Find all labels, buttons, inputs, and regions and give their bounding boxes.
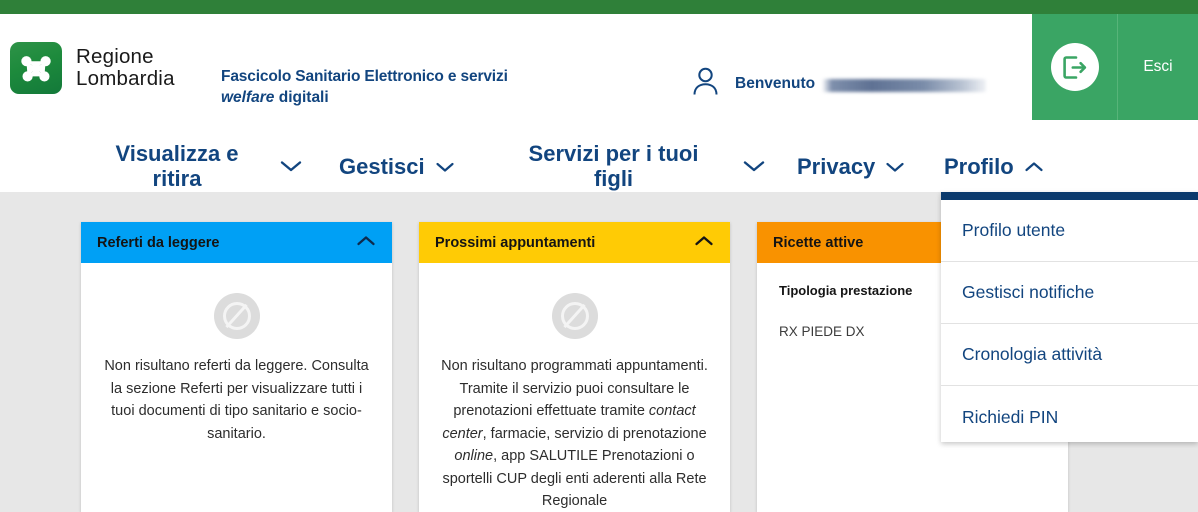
chevron-down-icon[interactable] (885, 153, 905, 179)
dropdown-item-profilo-utente[interactable]: Profilo utente (941, 200, 1198, 262)
welcome-text: Benvenuto (735, 74, 987, 93)
dropdown-item-gestisci-notifiche-label: Gestisci notifiche (962, 282, 1095, 302)
dropdown-item-gestisci-notifiche[interactable]: Gestisci notifiche (941, 262, 1198, 324)
main-navigation: Visualizza e ritira Gestisci Servizi per… (0, 120, 1198, 192)
card-title-referti: Referti da leggere (97, 234, 220, 251)
nav-item-privacy[interactable]: Privacy (797, 153, 905, 179)
service-subtitle-line1: Fascicolo Sanitario Elettronico e serviz… (221, 68, 508, 85)
dropdown-item-richiedi-pin-label: Richiedi PIN (962, 406, 1059, 427)
appt-text-part2: , farmacie, servizio di prenotazione (482, 425, 707, 442)
site-header: Regione Lombardia Fascicolo Sanitario El… (0, 14, 1198, 120)
card-empty-text-appuntamenti: Non risultano programmati appuntamenti. … (437, 355, 712, 512)
dropdown-item-profilo-utente-label: Profilo utente (962, 220, 1066, 240)
card-prossimi-appuntamenti: Prossimi appuntamenti Non risultano prog… (419, 222, 730, 512)
brand-name-line2: Lombardia (76, 67, 175, 90)
brand-logo-block[interactable]: Regione Lombardia (10, 42, 175, 94)
appt-text-online: online (454, 448, 494, 464)
no-data-slashed-circle-icon (213, 293, 260, 339)
dropdown-item-cronologia-attivita-label: Cronologia attività (962, 344, 1103, 364)
nav-item-profilo[interactable]: Profilo (944, 153, 1044, 179)
profilo-dropdown-menu: Profilo utente Gestisci notifiche Cronol… (941, 192, 1198, 442)
chevron-down-icon[interactable] (279, 153, 303, 179)
service-subtitle: Fascicolo Sanitario Elettronico e serviz… (221, 66, 508, 108)
nav-item-servizi-figli[interactable]: Servizi per i tuoi figli (511, 141, 766, 191)
card-header-appuntamenti[interactable]: Prossimi appuntamenti (419, 222, 730, 263)
chevron-up-icon[interactable] (1024, 153, 1044, 179)
nav-item-servizi-figli-label: Servizi per i tuoi figli (528, 141, 699, 191)
nav-item-gestisci[interactable]: Gestisci (339, 153, 455, 179)
brand-name-line1: Regione (76, 45, 154, 68)
nav-item-visualizza-e-ritira[interactable]: Visualizza e ritira (103, 141, 303, 191)
regione-lombardia-rose-camuna-icon (10, 42, 62, 94)
user-name-redacted (822, 78, 987, 92)
no-data-slashed-circle-icon (551, 293, 598, 339)
service-subtitle-line2: welfare digitali (221, 87, 508, 108)
card-title-ricette: Ricette attive (773, 234, 864, 251)
welcome-block: Benvenuto (692, 66, 987, 101)
dropdown-item-cronologia-attivita[interactable]: Cronologia attività (941, 324, 1198, 386)
welcome-label: Benvenuto (735, 74, 816, 92)
service-subtitle-digitali: digitali (274, 89, 329, 106)
top-green-strip (0, 0, 1198, 14)
service-subtitle-welfare: welfare (221, 89, 275, 106)
nav-item-gestisci-label: Gestisci (339, 153, 425, 179)
card-body-referti: Non risultano referti da leggere. Consul… (81, 263, 392, 445)
chevron-down-icon[interactable] (742, 153, 766, 179)
chevron-up-icon[interactable] (694, 234, 714, 252)
logout-exit-door-icon (1050, 43, 1099, 91)
user-person-icon (692, 66, 719, 101)
card-header-referti[interactable]: Referti da leggere (81, 222, 392, 263)
nav-item-visualizza-label: Visualizza e ritira (115, 141, 239, 191)
chevron-down-icon[interactable] (435, 153, 455, 179)
card-title-appuntamenti: Prossimi appuntamenti (435, 234, 596, 251)
logout-block[interactable]: Esci (1032, 14, 1198, 120)
logout-button[interactable] (1032, 14, 1118, 120)
dropdown-item-richiedi-pin[interactable]: Richiedi PIN (941, 386, 1198, 448)
nav-item-privacy-label: Privacy (797, 153, 876, 179)
card-body-appuntamenti: Non risultano programmati appuntamenti. … (419, 263, 730, 512)
nav-item-profilo-label: Profilo (944, 153, 1014, 179)
card-empty-text-referti: Non risultano referti da leggere. Consul… (104, 358, 369, 442)
brand-wordmark: Regione Lombardia (76, 46, 175, 90)
chevron-up-icon[interactable] (356, 234, 376, 252)
logout-label[interactable]: Esci (1118, 58, 1198, 76)
card-referti-da-leggere: Referti da leggere Non risultano referti… (81, 222, 392, 512)
